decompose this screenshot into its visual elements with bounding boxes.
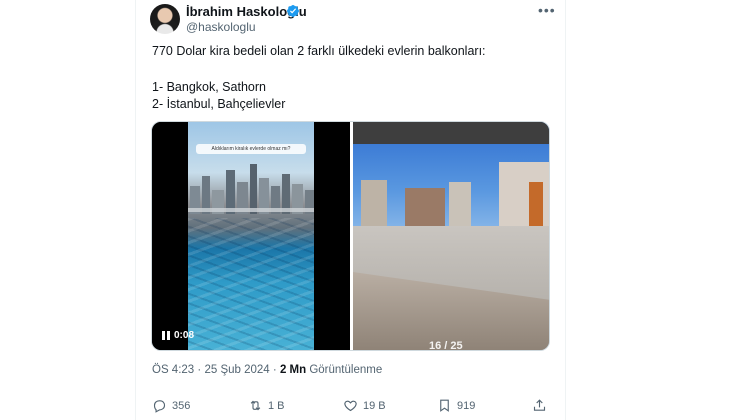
views-count: 2 Mn <box>279 364 307 376</box>
video-timestamp: 0:08 <box>174 329 195 341</box>
share-icon <box>533 399 546 411</box>
tweet-meta: ÖS 4:23 · 25 Şub 2024 · 2 Mn Görüntülenm… <box>152 364 382 376</box>
like-count: 19 B <box>363 399 386 412</box>
reply-count: 356 <box>172 399 191 412</box>
video-frame: Aldıklarım kiralık evlerde olmaz mı? <box>188 122 314 350</box>
heart-icon <box>344 400 357 412</box>
like-button[interactable]: 19 B <box>343 398 386 413</box>
video-media[interactable]: Aldıklarım kiralık evlerde olmaz mı? 0:0… <box>152 122 350 350</box>
glass-railing <box>188 208 314 212</box>
tweet-text-line-1: 770 Dolar kira bedeli olan 2 farklı ülke… <box>152 44 486 58</box>
meta-separator: · <box>197 364 202 376</box>
video-caption: Aldıklarım kiralık evlerde olmaz mı? <box>196 144 306 154</box>
avatar[interactable] <box>150 4 180 34</box>
views-label: Görüntülenme <box>309 364 383 376</box>
tweet-text-line-3: 2- İstanbul, Bahçelievler <box>152 97 286 111</box>
bookmark-button[interactable]: 919 <box>437 398 475 413</box>
share-button[interactable] <box>532 398 547 413</box>
action-bar: 356 1 B 19 B 919 <box>152 398 548 416</box>
media-grid: Aldıklarım kiralık evlerde olmaz mı? 0:0… <box>151 121 550 351</box>
bookmark-icon <box>440 399 449 412</box>
building <box>449 182 471 230</box>
balcony-ceiling <box>353 122 549 144</box>
reply-button[interactable]: 356 <box>152 398 190 413</box>
right-border <box>565 0 566 420</box>
reply-icon <box>153 400 166 413</box>
bangkok-skyline <box>190 164 314 214</box>
retweet-button[interactable]: 1 B <box>248 398 285 413</box>
bookmark-count: 919 <box>457 399 476 412</box>
meta-separator: · <box>272 364 277 376</box>
more-options-icon[interactable]: ••• <box>538 2 556 18</box>
video-controls[interactable]: 0:08 <box>162 327 194 343</box>
verified-badge-icon <box>287 5 299 17</box>
tweet-text-line-2: 1- Bangkok, Sathorn <box>152 80 266 94</box>
retweet-count: 1 B <box>268 399 285 412</box>
pool-water <box>188 218 314 350</box>
pause-icon[interactable] <box>162 330 170 340</box>
photo-counter: 16 / 25 <box>429 340 463 351</box>
tweet-time[interactable]: ÖS 4:23 <box>152 364 194 376</box>
retweet-icon <box>250 400 261 411</box>
building <box>361 180 387 230</box>
photo-media[interactable]: 16 / 25 <box>353 122 549 351</box>
left-border <box>135 0 136 420</box>
tweet-date[interactable]: 25 Şub 2024 <box>204 364 269 376</box>
author-handle[interactable]: @haskologlu <box>186 20 256 34</box>
